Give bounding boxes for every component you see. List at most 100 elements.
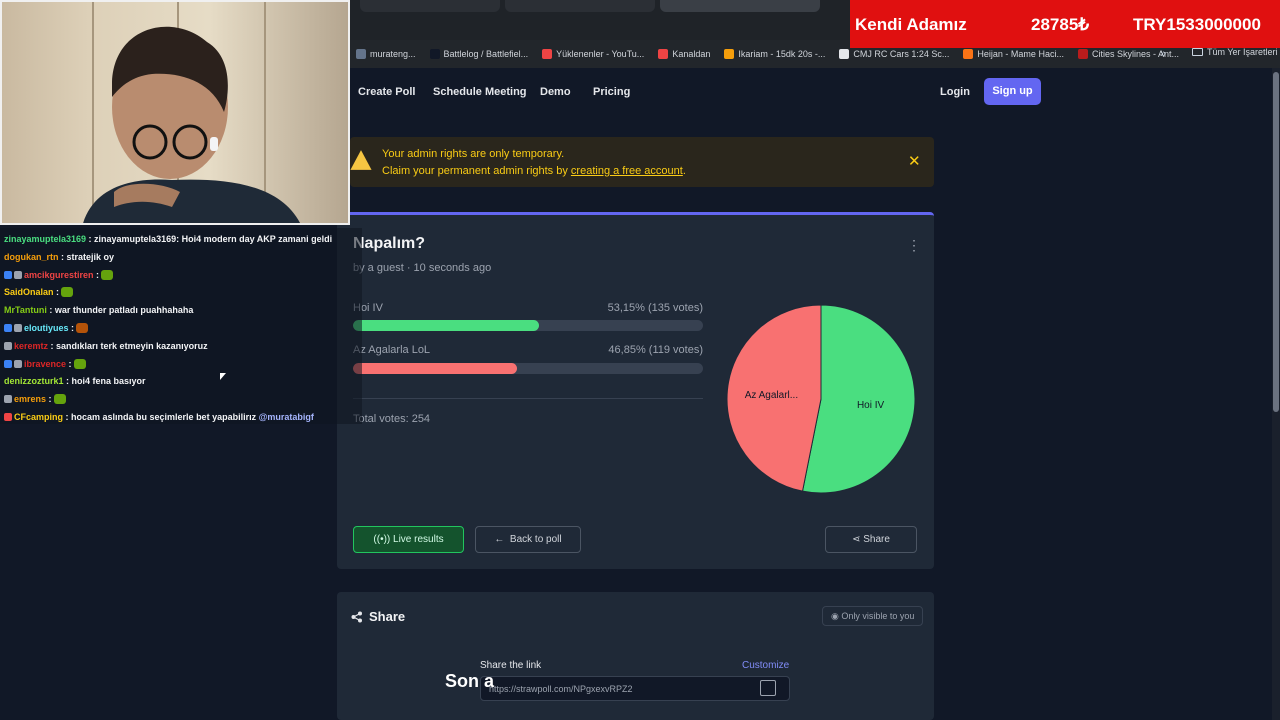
chat-username: CFcamping — [14, 412, 64, 422]
bookmark-favicon-icon — [658, 49, 669, 59]
option-progress-track — [353, 363, 703, 374]
bookmark-favicon-icon — [963, 49, 974, 59]
chat-username: emrens — [14, 394, 47, 405]
page-scrollbar[interactable] — [1272, 68, 1280, 720]
alert-line2: Claim your permanent admin rights by cre… — [382, 165, 686, 177]
customize-link[interactable]: Customize — [742, 660, 789, 671]
chat-badge-icon — [4, 395, 12, 404]
chat-message: SaidOnalan : — [4, 287, 74, 298]
browser-tab[interactable] — [505, 0, 655, 12]
share-url-field[interactable]: https://strawpoll.com/NPgxexvRPZ2 — [480, 676, 790, 701]
site-navbar: Create Poll Schedule Meeting Demo Pricin… — [350, 68, 1270, 116]
create-account-link[interactable]: creating a free account — [571, 165, 683, 177]
sign-up-button[interactable]: Sign up — [984, 78, 1041, 105]
bookmark-item[interactable]: Battlelog / Battlefiel... — [429, 49, 528, 59]
close-icon[interactable]: ✕ — [908, 152, 921, 170]
bookmark-label: Cities Skylines - Ant... — [1091, 49, 1179, 59]
ticker-price: 28785₺ — [1031, 15, 1090, 34]
option-progress-track — [353, 320, 703, 331]
nav-demo[interactable]: Demo — [540, 86, 571, 98]
admin-rights-alert: Your admin rights are only temporary. Cl… — [350, 137, 934, 187]
bookmark-label: CMJ RC Cars 1:24 Sc... — [853, 49, 950, 59]
chat-message: emrens : — [4, 394, 66, 405]
pie-label: Hoi IV — [857, 400, 885, 411]
bookmark-item[interactable]: Ikariam - 15dk 20s -... — [724, 49, 825, 59]
chat-username: MrTantuni — [4, 305, 47, 316]
webcam-overlay — [0, 0, 350, 225]
stream-subtitle: Son a — [445, 671, 495, 691]
alert-suffix: . — [682, 165, 686, 177]
poll-meta: by a guest · 10 seconds ago — [353, 262, 492, 274]
nav-pricing[interactable]: Pricing — [593, 86, 630, 98]
live-results-button[interactable]: ((•)) Live results — [353, 526, 464, 553]
chat-username: keremtz — [14, 340, 49, 351]
chat-username: denizzozturk1 — [4, 376, 64, 387]
browser-tab-active[interactable] — [660, 0, 820, 12]
chat-badge-icon — [4, 341, 12, 350]
mouse-cursor — [220, 373, 226, 380]
share-label: Share — [863, 534, 890, 545]
results-pie-chart: Hoi IV Az Agalarl... — [726, 304, 916, 494]
chat-message: ibravence : — [4, 358, 86, 369]
chat-username: dogukan_rtn — [4, 251, 59, 262]
bookmark-item[interactable]: CMJ RC Cars 1:24 Sc... — [839, 49, 949, 59]
bookmark-label: Yüklenenler - YouTu... — [556, 49, 645, 59]
total-votes: Total votes: 254 — [353, 413, 431, 425]
live-results-label: Live results — [393, 534, 444, 545]
more-options-icon[interactable]: ⋮ — [907, 237, 921, 254]
bookmark-favicon-icon — [839, 49, 850, 59]
live-icon: ((•)) — [373, 534, 394, 545]
chat-message: eloutiyues : — [4, 323, 89, 333]
chat-badge-icon — [4, 359, 12, 368]
chat-emote-icon — [73, 358, 86, 369]
visibility-badge: ◉ Only visible to you — [822, 606, 924, 626]
nav-schedule-meeting[interactable]: Schedule Meeting — [433, 86, 527, 98]
bookmark-favicon-icon — [429, 49, 440, 59]
back-to-poll-button[interactable]: ← Back to poll — [475, 526, 581, 553]
bookmark-item[interactable]: Kanaldan — [658, 49, 710, 59]
bookmark-item[interactable]: Heijan - Mame Haci... — [963, 49, 1064, 59]
chat-text: : hocam aslında bu seçimlerle bet yapabi… — [63, 412, 259, 422]
pie-label: Az Agalarl... — [745, 390, 798, 401]
bookmark-item[interactable]: Yüklenenler - YouTu... — [542, 49, 644, 59]
chat-username: SaidOnalan — [4, 287, 54, 298]
visibility-text: Only visible to you — [841, 611, 915, 621]
scrollbar-thumb[interactable] — [1273, 72, 1279, 412]
chat-badge-icon — [4, 324, 12, 332]
bookmark-item[interactable]: Cities Skylines - Ant... — [1077, 49, 1179, 59]
chat-message: keremtz : sandıkları terk etmeyin kazanı… — [4, 341, 208, 351]
bookmark-item[interactable]: murateng... — [356, 49, 416, 59]
bookmark-label: Kanaldan — [672, 49, 711, 59]
chat-text: : — [53, 287, 60, 298]
bookmark-favicon-icon — [724, 49, 735, 59]
bookmark-label: murateng... — [370, 49, 416, 59]
ticker-cap: TRY1533000000 — [1133, 15, 1261, 34]
login-link[interactable]: Login — [940, 86, 970, 98]
poll-results-card: Napalım? by a guest · 10 seconds ago ⋮ H… — [337, 212, 934, 569]
chat-text: : sandıkları terk etmeyin kazanıyoruz — [48, 340, 208, 351]
chat-message: denizzozturk1 : hoi4 fena basıyor — [4, 376, 146, 386]
warning-icon — [350, 150, 372, 170]
chat-username: zinayamuptela3169 — [4, 234, 87, 244]
copy-icon[interactable] — [760, 680, 776, 696]
chat-text: : — [93, 269, 100, 280]
arrow-left-icon: ← — [494, 534, 510, 545]
chat-badge-icon — [14, 270, 22, 279]
chat-emote-icon — [53, 394, 66, 405]
streamer-figure — [83, 26, 300, 223]
share-button[interactable]: ⋖ Share — [825, 526, 917, 553]
chat-message: dogukan_rtn : stratejik oy — [4, 252, 114, 262]
share-icon: ⋖ — [852, 534, 864, 545]
nav-create-poll[interactable]: Create Poll — [358, 86, 415, 98]
stream-chat-overlay: zinayamuptela3169 : zinayamuptela3169: H… — [0, 228, 362, 424]
chat-text: : hoi4 fena basıyor — [63, 376, 146, 387]
alert-prefix: Claim your permanent admin rights by — [382, 165, 571, 177]
chat-emote-icon — [61, 287, 74, 298]
chat-text: : — [68, 323, 75, 333]
chat-emote-icon — [76, 323, 89, 333]
bookmark-favicon-icon — [542, 49, 553, 59]
browser-tab[interactable] — [360, 0, 500, 12]
poll-title: Napalım? — [353, 235, 426, 252]
chat-emote-icon — [101, 269, 114, 280]
stream-ticker-banner: Kendi Adamız 28785₺ TRY1533000000 — [850, 0, 1280, 48]
